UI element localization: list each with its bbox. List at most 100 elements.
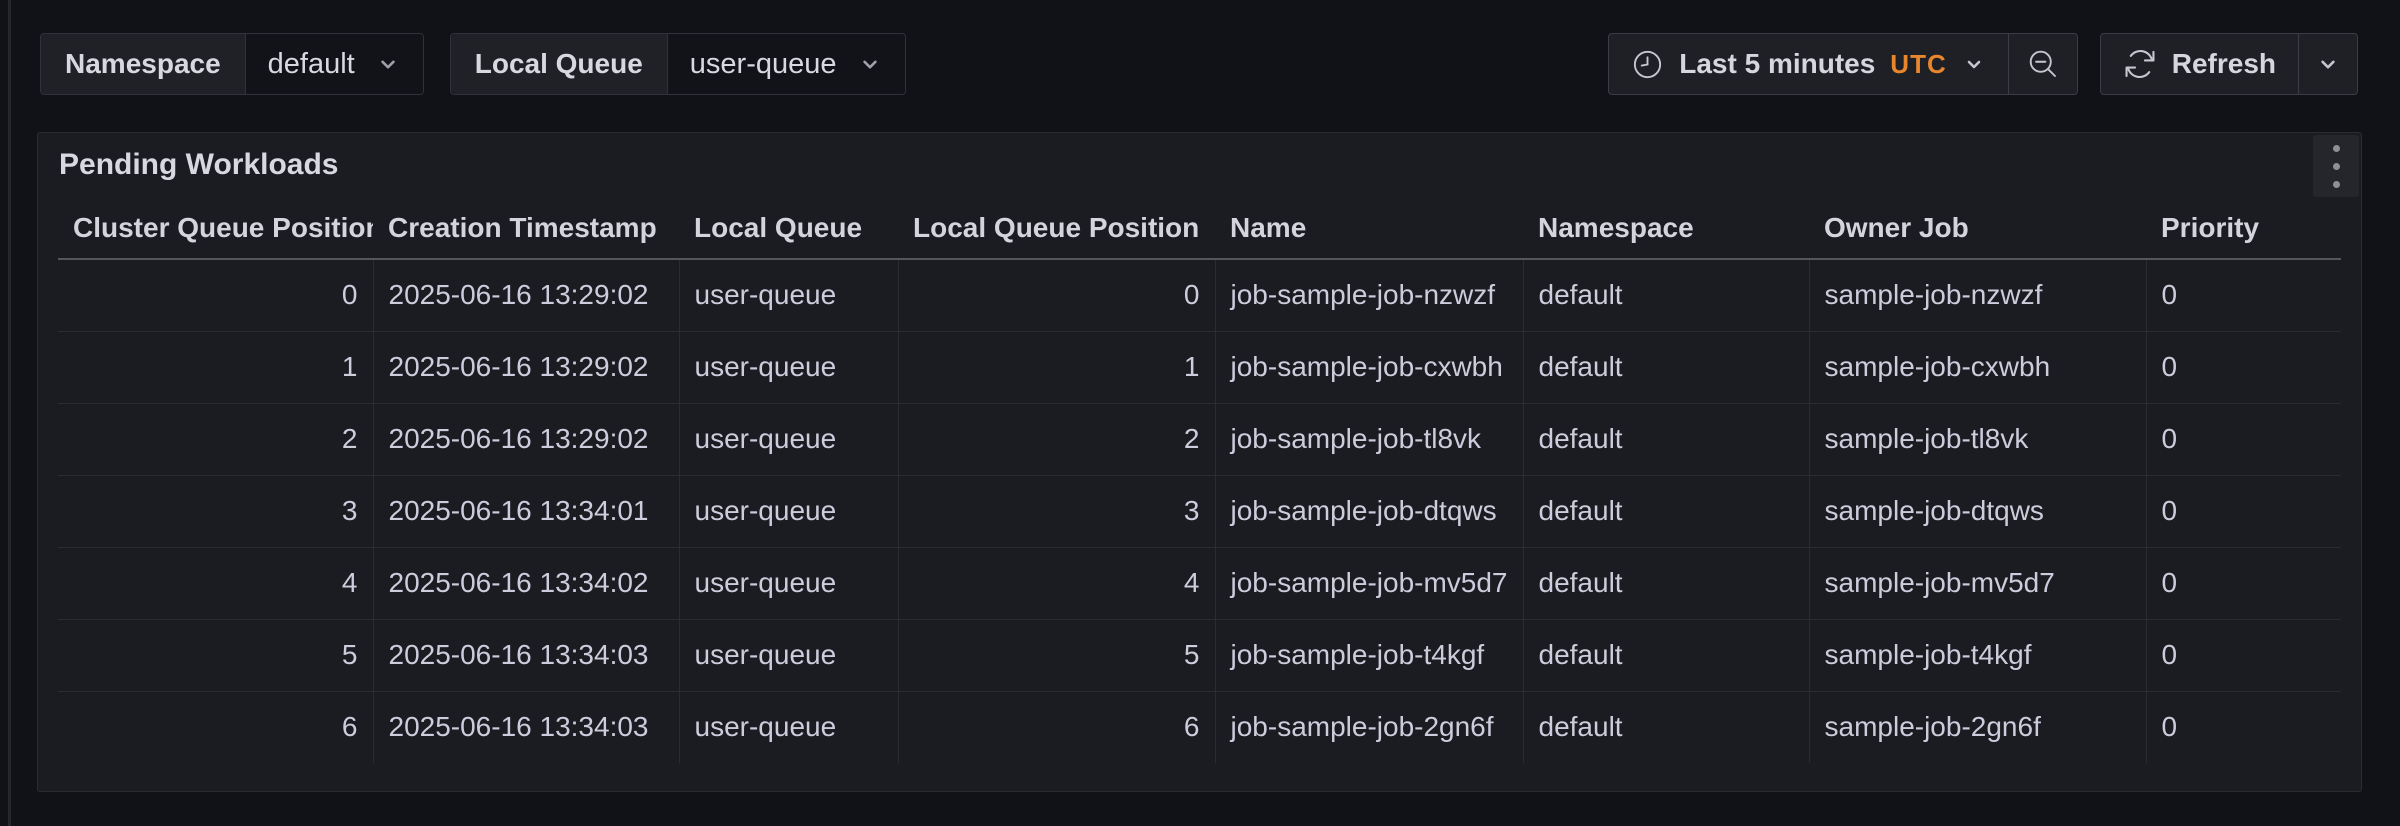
variable-namespace: Namespace default: [40, 33, 424, 95]
kebab-dot: [2333, 145, 2340, 152]
time-range-picker[interactable]: Last 5 minutes UTC: [1609, 34, 2008, 94]
table-row: 22025-06-16 13:29:02user-queue2job-sampl…: [58, 403, 2341, 475]
cell-local-queue-position: 6: [898, 691, 1215, 763]
refresh-interval-dropdown[interactable]: [2299, 34, 2357, 94]
cell-local-queue-position: 1: [898, 331, 1215, 403]
cell-name: job-sample-job-t4kgf: [1215, 619, 1523, 691]
cell-priority: 0: [2146, 475, 2341, 547]
cell-namespace: default: [1523, 691, 1809, 763]
toolbar-right: Last 5 minutes UTC Refresh: [1608, 33, 2358, 95]
zoom-out-icon: [2025, 46, 2061, 82]
zoom-out-button[interactable]: [2009, 34, 2077, 94]
cell-priority: 0: [2146, 259, 2341, 331]
column-header-owner-job[interactable]: Owner Job: [1809, 197, 2146, 259]
variable-local-queue-select[interactable]: user-queue: [668, 34, 905, 94]
cell-creation-timestamp: 2025-06-16 13:34:03: [373, 619, 679, 691]
refresh-label: Refresh: [2172, 48, 2276, 80]
cell-local-queue-position: 5: [898, 619, 1215, 691]
cell-namespace: default: [1523, 259, 1809, 331]
cell-name: job-sample-job-dtqws: [1215, 475, 1523, 547]
cell-namespace: default: [1523, 547, 1809, 619]
chevron-down-icon: [1962, 52, 1986, 76]
table-row: 62025-06-16 13:34:03user-queue6job-sampl…: [58, 691, 2341, 763]
table-row: 02025-06-16 13:29:02user-queue0job-sampl…: [58, 259, 2341, 331]
cell-local-queue-position: 3: [898, 475, 1215, 547]
cell-name: job-sample-job-cxwbh: [1215, 331, 1523, 403]
chevron-down-icon: [2315, 51, 2341, 77]
cell-creation-timestamp: 2025-06-16 13:29:02: [373, 331, 679, 403]
cell-creation-timestamp: 2025-06-16 13:34:02: [373, 547, 679, 619]
dashboard-toolbar: Namespace default Local Queue user-queue…: [40, 33, 2358, 95]
cell-cluster-queue-position: 1: [58, 331, 373, 403]
refresh-button[interactable]: Refresh: [2101, 34, 2298, 94]
cell-namespace: default: [1523, 403, 1809, 475]
cell-creation-timestamp: 2025-06-16 13:34:01: [373, 475, 679, 547]
cell-cluster-queue-position: 3: [58, 475, 373, 547]
panel-menu-button[interactable]: [2313, 135, 2359, 197]
table-header-row: Cluster Queue PositionCreation Timestamp…: [58, 197, 2341, 259]
cell-local-queue: user-queue: [679, 691, 898, 763]
table-row: 52025-06-16 13:34:03user-queue5job-sampl…: [58, 619, 2341, 691]
table-row: 12025-06-16 13:29:02user-queue1job-sampl…: [58, 331, 2341, 403]
cell-owner-job: sample-job-mv5d7: [1809, 547, 2146, 619]
column-header-name[interactable]: Name: [1215, 197, 1523, 259]
cell-namespace: default: [1523, 619, 1809, 691]
panel-header: Pending Workloads: [38, 133, 2361, 197]
chevron-down-icon: [857, 51, 883, 77]
variable-local-queue: Local Queue user-queue: [450, 33, 906, 95]
cell-owner-job: sample-job-cxwbh: [1809, 331, 2146, 403]
table-row: 32025-06-16 13:34:01user-queue3job-sampl…: [58, 475, 2341, 547]
variable-local-queue-label: Local Queue: [451, 34, 668, 94]
column-header-creation-timestamp[interactable]: Creation Timestamp: [373, 197, 679, 259]
variable-namespace-value: default: [268, 48, 355, 81]
column-header-local-queue[interactable]: Local Queue: [679, 197, 898, 259]
pending-workloads-panel: Pending Workloads Cluster Queue Position…: [37, 132, 2362, 792]
cell-local-queue: user-queue: [679, 475, 898, 547]
variable-namespace-label: Namespace: [41, 34, 246, 94]
cell-owner-job: sample-job-tl8vk: [1809, 403, 2146, 475]
cell-local-queue-position: 0: [898, 259, 1215, 331]
time-controls: Last 5 minutes UTC: [1608, 33, 2078, 95]
cell-name: job-sample-job-nzwzf: [1215, 259, 1523, 331]
cell-local-queue: user-queue: [679, 259, 898, 331]
cell-priority: 0: [2146, 331, 2341, 403]
column-header-namespace[interactable]: Namespace: [1523, 197, 1809, 259]
cell-local-queue-position: 4: [898, 547, 1215, 619]
window-edge: [8, 0, 11, 826]
cell-local-queue: user-queue: [679, 331, 898, 403]
clock-icon: [1631, 48, 1664, 81]
cell-cluster-queue-position: 0: [58, 259, 373, 331]
cell-creation-timestamp: 2025-06-16 13:29:02: [373, 259, 679, 331]
timezone-label: UTC: [1890, 49, 1946, 80]
cell-local-queue: user-queue: [679, 619, 898, 691]
cell-priority: 0: [2146, 691, 2341, 763]
cell-name: job-sample-job-mv5d7: [1215, 547, 1523, 619]
cell-cluster-queue-position: 2: [58, 403, 373, 475]
cell-namespace: default: [1523, 475, 1809, 547]
refresh-controls: Refresh: [2100, 33, 2358, 95]
column-header-local-queue-position[interactable]: Local Queue Position: [898, 197, 1215, 259]
column-header-cluster-queue-position[interactable]: Cluster Queue Position: [58, 197, 373, 259]
cell-namespace: default: [1523, 331, 1809, 403]
table-row: 42025-06-16 13:34:02user-queue4job-sampl…: [58, 547, 2341, 619]
cell-priority: 0: [2146, 619, 2341, 691]
chevron-down-icon: [375, 51, 401, 77]
variable-local-queue-value: user-queue: [690, 48, 837, 81]
cell-local-queue-position: 2: [898, 403, 1215, 475]
variable-namespace-select[interactable]: default: [246, 34, 423, 94]
cell-name: job-sample-job-tl8vk: [1215, 403, 1523, 475]
cell-owner-job: sample-job-dtqws: [1809, 475, 2146, 547]
cell-priority: 0: [2146, 403, 2341, 475]
column-header-priority[interactable]: Priority: [2146, 197, 2341, 259]
refresh-icon: [2123, 47, 2157, 81]
cell-priority: 0: [2146, 547, 2341, 619]
workloads-table: Cluster Queue PositionCreation Timestamp…: [38, 197, 2361, 763]
panel-title[interactable]: Pending Workloads: [59, 148, 338, 182]
cell-name: job-sample-job-2gn6f: [1215, 691, 1523, 763]
cell-local-queue: user-queue: [679, 547, 898, 619]
cell-cluster-queue-position: 5: [58, 619, 373, 691]
cell-owner-job: sample-job-nzwzf: [1809, 259, 2146, 331]
cell-local-queue: user-queue: [679, 403, 898, 475]
time-range-label: Last 5 minutes: [1679, 48, 1875, 80]
cell-owner-job: sample-job-2gn6f: [1809, 691, 2146, 763]
